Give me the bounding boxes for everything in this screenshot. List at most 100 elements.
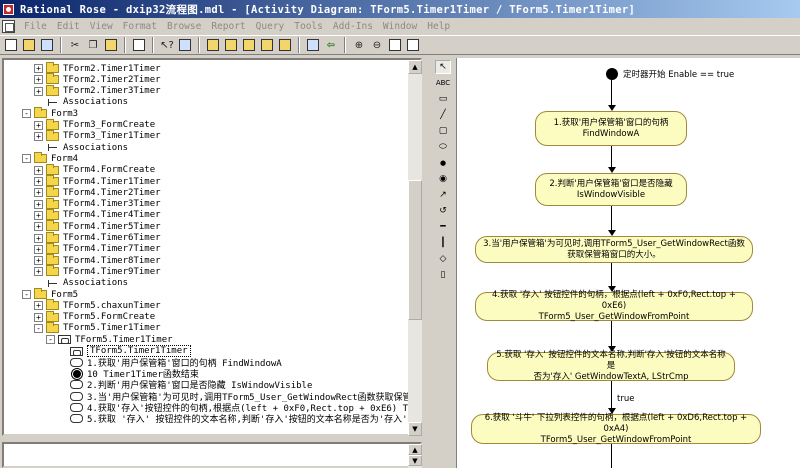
transition-line[interactable]	[611, 321, 612, 349]
selection-icon[interactable]: ↖	[435, 60, 451, 74]
expand-icon[interactable]: +	[34, 210, 43, 220]
view-doc-icon[interactable]	[177, 37, 193, 53]
context-help-icon[interactable]: ↖?	[159, 37, 175, 53]
activity-diagram-icon	[58, 335, 71, 345]
browse-component-icon[interactable]	[241, 37, 257, 53]
start-state[interactable]	[606, 68, 618, 80]
decision-icon[interactable]: ◇	[435, 252, 451, 266]
doc-scroll-down-button[interactable]: ▼	[408, 455, 422, 466]
expand-icon[interactable]: +	[34, 301, 43, 311]
browse-state-icon[interactable]	[277, 37, 293, 53]
transition-line[interactable]	[611, 206, 612, 233]
browser-vertical-scrollbar[interactable]: ▲ ▼	[408, 60, 422, 436]
browse-deployment-icon[interactable]	[259, 37, 275, 53]
activity-4[interactable]: 4.获取 '存入' 按钮控件的句柄，根据点(left + 0xF0,Rect.t…	[475, 290, 753, 322]
menu-browse[interactable]: Browse	[162, 21, 206, 32]
menu-query[interactable]: Query	[251, 21, 290, 32]
note-icon[interactable]: ▭	[435, 92, 451, 106]
tree-item[interactable]: - TForm5.Timer1Timer	[46, 334, 173, 345]
scroll-down-button[interactable]: ▼	[408, 422, 422, 436]
activity-6[interactable]: 6.获取 '斗牛' 下拉列表控件的句柄，根据点(left + 0xD6,Rect…	[471, 413, 761, 445]
expand-icon[interactable]: +	[34, 86, 43, 96]
tree-item[interactable]: + TForm4.Timer9Timer	[34, 265, 161, 277]
transition-line[interactable]	[611, 80, 612, 108]
collapse-icon[interactable]: -	[22, 154, 31, 164]
menu-view[interactable]: View	[85, 21, 118, 32]
expand-icon[interactable]: +	[34, 244, 43, 254]
expand-icon[interactable]: +	[34, 256, 43, 266]
browse-interaction-icon[interactable]	[223, 37, 239, 53]
browse-previous-icon[interactable]: ⇦	[323, 37, 339, 53]
collapse-icon[interactable]: -	[22, 290, 31, 299]
transition-line[interactable]	[611, 444, 612, 468]
tree-item[interactable]: Associations	[46, 97, 128, 108]
documentation-scrollbar[interactable]: ▲ ▼	[408, 444, 422, 468]
menu-tools[interactable]: Tools	[289, 21, 328, 32]
anchor-icon[interactable]: ╱	[435, 108, 451, 122]
tree-item[interactable]: Associations	[46, 278, 128, 289]
expand-icon[interactable]: +	[34, 120, 43, 130]
horizontal-sync-icon[interactable]: ━	[435, 220, 451, 234]
state-icon[interactable]: ▢	[435, 124, 451, 138]
cut-icon[interactable]: ✂	[67, 37, 83, 53]
save-icon[interactable]	[39, 37, 55, 53]
menu-edit[interactable]: Edit	[52, 21, 85, 32]
zoom-in-icon[interactable]: ⊕	[351, 37, 367, 53]
fit-window-icon[interactable]	[387, 37, 403, 53]
collapse-icon[interactable]: -	[46, 335, 55, 345]
activity-5[interactable]: 5.获取 '存入' 按钮控件的文本名称,判断'存入'按钮的文本名称是 否为'存入…	[487, 350, 735, 382]
doc-scroll-up-button[interactable]: ▲	[408, 444, 422, 455]
transition-line[interactable]	[611, 381, 612, 411]
menu-add-ins[interactable]: Add-Ins	[328, 21, 378, 32]
tree-item[interactable]: 5.获取 '存入' 按钮控件的文本名称,判断'存入'按钮的文本名称是否为'存入'…	[70, 413, 420, 425]
menu-file[interactable]: File	[19, 21, 52, 32]
scroll-up-button[interactable]: ▲	[408, 60, 422, 74]
menu-report[interactable]: Report	[206, 21, 250, 32]
tree-item[interactable]: + TForm2.Timer3Timer	[34, 84, 161, 97]
tree-item[interactable]: Associations	[46, 142, 128, 153]
copy-icon[interactable]: ❐	[85, 37, 101, 53]
browse-class-icon[interactable]	[205, 37, 221, 53]
open-icon[interactable]	[21, 37, 37, 53]
activity-icon[interactable]: ⬭	[435, 140, 451, 154]
expand-icon[interactable]: +	[34, 75, 43, 85]
expand-icon[interactable]: +	[34, 267, 43, 277]
self-transition-icon[interactable]: ↺	[435, 204, 451, 218]
undo-fit-icon[interactable]	[405, 37, 421, 53]
collapse-icon[interactable]: -	[22, 109, 31, 119]
new-icon[interactable]	[3, 37, 19, 53]
zoom-out-icon[interactable]: ⊖	[369, 37, 385, 53]
expand-icon[interactable]: +	[34, 177, 43, 186]
collapse-icon[interactable]: -	[34, 323, 43, 333]
browse-parent-icon[interactable]	[305, 37, 321, 53]
transition-icon[interactable]: ↗	[435, 188, 451, 202]
expand-icon[interactable]: +	[34, 222, 43, 232]
expand-icon[interactable]: +	[34, 131, 43, 141]
activity-1[interactable]: 1.获取'用户保管箱'窗口的句柄 FindWindowA	[535, 111, 687, 146]
expand-icon[interactable]: +	[34, 312, 43, 322]
vertical-sync-icon[interactable]: ┃	[435, 236, 451, 250]
print-icon[interactable]	[131, 37, 147, 53]
documentation-pane[interactable]	[2, 442, 422, 468]
menu-window[interactable]: Window	[378, 21, 422, 32]
text-icon[interactable]: ABC	[435, 76, 451, 90]
pane-splitter[interactable]	[422, 56, 430, 468]
paste-icon[interactable]	[103, 37, 119, 53]
document-icon[interactable]	[2, 20, 15, 33]
swimlane-icon[interactable]: ▯	[435, 268, 451, 282]
expand-icon[interactable]: +	[34, 233, 43, 243]
expand-icon[interactable]: +	[34, 188, 43, 198]
end-state-icon[interactable]: ◉	[435, 172, 451, 186]
expand-icon[interactable]: +	[34, 64, 43, 73]
activity-2[interactable]: 2.判断'用户保管箱'窗口是否隐藏 IsWindowVisible	[535, 173, 687, 206]
menu-help[interactable]: Help	[422, 21, 455, 32]
activity-diagram-canvas[interactable]: 定时器开始 Enable == true 1.获取'用户保管箱'窗口的句柄 Fi…	[456, 58, 800, 468]
activity-3[interactable]: 3.当'用户保管箱'为可见时,调用TForm5_User_GetWindowRe…	[475, 236, 753, 263]
tree-item[interactable]: + TForm3_Timer1Timer	[34, 129, 161, 142]
tree-item[interactable]: - TForm5.Timer1Timer	[34, 321, 161, 334]
expand-icon[interactable]: +	[34, 165, 43, 175]
expand-icon[interactable]: +	[34, 199, 43, 209]
start-state-icon[interactable]: ●	[435, 156, 451, 170]
scroll-thumb[interactable]	[408, 180, 422, 320]
menu-format[interactable]: Format	[118, 21, 162, 32]
